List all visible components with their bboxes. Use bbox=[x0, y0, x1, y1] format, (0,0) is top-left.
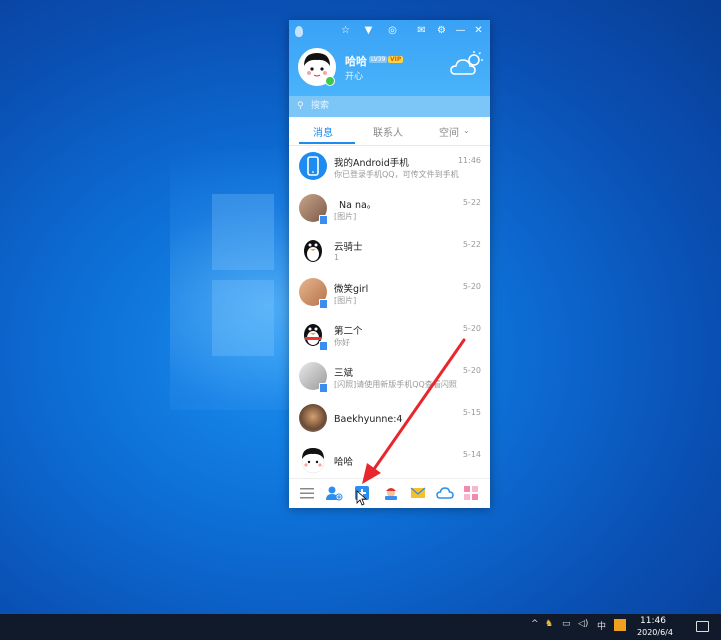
penguin-avatar bbox=[299, 236, 327, 264]
conversation-preview: [闪照]请使用新版手机QQ查看闪照 bbox=[334, 380, 457, 389]
chevron-down-icon[interactable]: ⌄ bbox=[463, 126, 470, 135]
conversation-preview: 你已登录手机QQ，可传文件到手机 bbox=[334, 170, 459, 179]
conversation-name: 第二个 bbox=[334, 326, 363, 337]
vip-badge[interactable]: VIP bbox=[388, 56, 404, 63]
game-icon[interactable] bbox=[382, 484, 400, 502]
conversation-preview: 1 bbox=[334, 253, 340, 262]
medal-icon[interactable]: ◎ bbox=[387, 25, 398, 36]
mobile-online-icon bbox=[319, 383, 328, 393]
menu-icon[interactable] bbox=[298, 484, 316, 502]
conversation-name: 我的Android手机 bbox=[334, 158, 409, 169]
main-tabs: 消息 联系人 空间 ⌄ bbox=[289, 117, 490, 146]
conversation-item[interactable]: 三斌 [闪照]请使用新版手机QQ查看闪照 5-20 bbox=[289, 358, 490, 400]
conversation-time: 5-22 bbox=[462, 198, 481, 207]
notification-center-icon[interactable] bbox=[696, 621, 709, 632]
weather-icon[interactable] bbox=[450, 50, 484, 80]
network-icon[interactable]: ▭ bbox=[562, 619, 571, 629]
tab-qzone[interactable]: 空间 bbox=[439, 124, 459, 139]
settings-icon[interactable]: ⚙ bbox=[436, 25, 447, 36]
search-input[interactable]: ⚲ 搜索 bbox=[289, 96, 490, 117]
conversation-name: Na na。 bbox=[339, 200, 377, 211]
conversation-time: 5-15 bbox=[462, 408, 481, 417]
active-tab-indicator bbox=[299, 142, 355, 144]
windows-logo bbox=[212, 186, 292, 362]
phone-icon bbox=[299, 152, 327, 180]
conversation-name: Baekhyunne:4 bbox=[334, 414, 403, 425]
conversation-name: 微笑girl bbox=[334, 284, 369, 295]
mouse-cursor-icon bbox=[356, 490, 368, 506]
search-icon: ⚲ bbox=[297, 101, 304, 111]
title-bar: ☆ ▼ ◎ ✉ ⚙ — ✕ bbox=[289, 20, 490, 42]
conversation-name: 哈哈 bbox=[334, 457, 354, 468]
qq-main-window: ☆ ▼ ◎ ✉ ⚙ — ✕ 哈哈 LV39 VIP 开心 ⚲ 搜索 消息 联系人… bbox=[289, 20, 490, 508]
add-friend-icon[interactable] bbox=[325, 484, 343, 502]
weiyun-icon[interactable] bbox=[436, 484, 454, 502]
search-placeholder: 搜索 bbox=[311, 101, 330, 111]
clock-time[interactable]: 11:46 bbox=[633, 616, 673, 626]
chevron-up-icon[interactable]: ^ bbox=[531, 619, 539, 629]
qq-tray-icon[interactable]: ♞ bbox=[545, 619, 553, 629]
conversation-time: 5-14 bbox=[462, 450, 481, 459]
conversation-time: 5-20 bbox=[462, 366, 481, 375]
conversation-item[interactable]: 我的Android手机 你已登录手机QQ，可传文件到手机 11:46 bbox=[289, 148, 490, 190]
clock-date[interactable]: 2020/6/4 bbox=[631, 628, 679, 637]
close-icon[interactable]: ✕ bbox=[473, 25, 484, 36]
conversation-item[interactable]: 微笑girl [图片] 5-20 bbox=[289, 274, 490, 316]
conversation-preview: [图片] bbox=[334, 296, 357, 305]
conversation-item[interactable]: 第二个 你好 5-20 bbox=[289, 316, 490, 358]
conversation-time: 5-22 bbox=[462, 240, 481, 249]
profile-signature[interactable]: 开心 bbox=[345, 69, 363, 82]
profile-nickname[interactable]: 哈哈 bbox=[345, 53, 367, 69]
bottom-toolbar bbox=[289, 478, 490, 508]
tab-contacts[interactable]: 联系人 bbox=[373, 124, 403, 139]
online-status-icon[interactable] bbox=[325, 76, 335, 86]
conversation-preview: [图片] bbox=[334, 212, 357, 221]
mail-icon[interactable]: ✉ bbox=[416, 25, 427, 36]
minimize-icon[interactable]: — bbox=[455, 25, 466, 36]
tab-messages[interactable]: 消息 bbox=[313, 124, 333, 139]
cartoon-avatar bbox=[299, 446, 327, 474]
photo-avatar bbox=[299, 404, 327, 432]
conversation-time: 5-20 bbox=[462, 282, 481, 291]
sogou-ime-icon[interactable] bbox=[614, 619, 626, 631]
conversation-preview: 你好 bbox=[334, 338, 350, 347]
apps-icon[interactable] bbox=[462, 484, 480, 502]
conversation-name: 三斌 bbox=[334, 368, 354, 379]
mobile-online-icon bbox=[319, 341, 328, 351]
conversation-item[interactable]: Na na。 [图片] 5-22 bbox=[289, 190, 490, 232]
mobile-online-icon bbox=[319, 299, 328, 309]
conversation-item[interactable]: 云骑士 1 5-22 bbox=[289, 232, 490, 274]
mail-icon[interactable] bbox=[409, 484, 427, 502]
windows-taskbar: ^ ♞ ▭ ◁) 中 11:46 2020/6/4 bbox=[0, 614, 721, 640]
star-icon[interactable]: ☆ bbox=[340, 25, 351, 36]
conversation-name: 云骑士 bbox=[334, 242, 363, 253]
qq-logo-icon bbox=[295, 26, 303, 37]
volume-icon[interactable]: ◁) bbox=[578, 619, 588, 629]
shirt-icon[interactable]: ▼ bbox=[363, 25, 374, 36]
conversation-time: 5-20 bbox=[462, 324, 481, 333]
mobile-online-icon bbox=[319, 215, 328, 225]
level-badge[interactable]: LV39 bbox=[369, 56, 388, 63]
conversation-time: 11:46 bbox=[457, 156, 481, 165]
conversation-item[interactable]: Baekhyunne:4 5-15 bbox=[289, 400, 490, 442]
ime-indicator[interactable]: 中 bbox=[597, 619, 606, 632]
profile-header: ☆ ▼ ◎ ✉ ⚙ — ✕ 哈哈 LV39 VIP 开心 bbox=[289, 20, 490, 96]
